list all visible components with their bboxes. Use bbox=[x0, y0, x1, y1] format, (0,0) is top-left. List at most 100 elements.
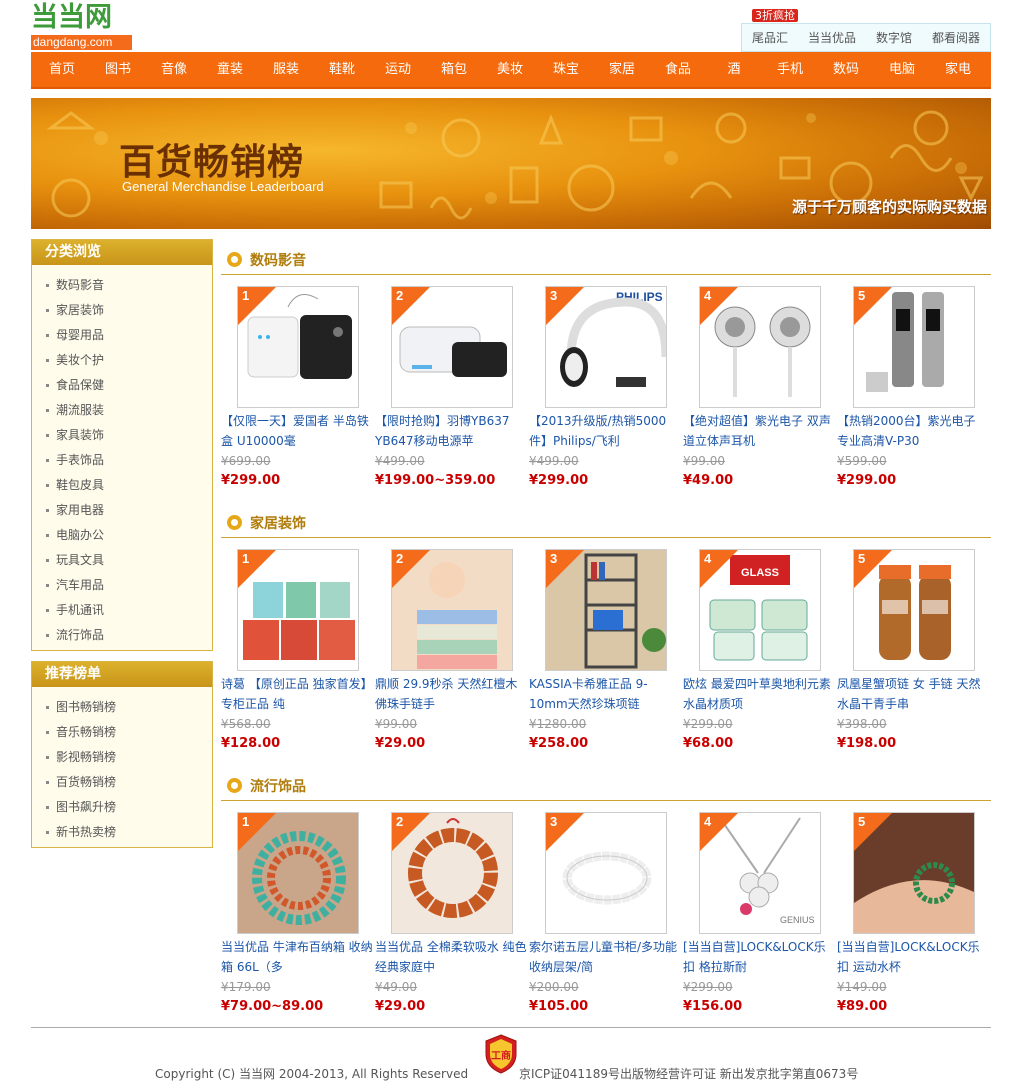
nav-item[interactable]: 运动 bbox=[370, 52, 426, 88]
nav-item[interactable]: 手机 bbox=[762, 52, 818, 88]
product-name-link[interactable]: 【绝对超值】紫光电子 双声道立体声耳机 bbox=[683, 411, 835, 451]
product-name-link[interactable]: 【仅限一天】爱国者 半岛铁盒 U10000毫 bbox=[221, 411, 373, 451]
nav-item[interactable]: 鞋靴 bbox=[314, 52, 370, 88]
section-accessories: 流行饰品 1 当当优品 牛津布百纳箱 收纳箱 66L（多 ¥179.00 ¥79.00~… bbox=[221, 771, 991, 1017]
category-link[interactable]: 鞋包皮具 bbox=[46, 473, 212, 498]
ranking-link[interactable]: 图书飙升榜 bbox=[46, 795, 212, 820]
category-box-title: 分类浏览 bbox=[32, 240, 212, 265]
nav-item[interactable]: 首页 bbox=[34, 52, 90, 88]
ranking-link[interactable]: 新书热卖榜 bbox=[46, 820, 212, 845]
ranking-link[interactable]: 音乐畅销榜 bbox=[46, 720, 212, 745]
category-link[interactable]: 流行饰品 bbox=[46, 623, 212, 648]
category-link[interactable]: 汽车用品 bbox=[46, 573, 212, 598]
sale-price: ¥79.00~89.00 bbox=[221, 999, 324, 1014]
nav-item[interactable]: 酒 bbox=[706, 52, 762, 88]
nav-item[interactable]: 家居 bbox=[594, 52, 650, 88]
category-link[interactable]: 电脑办公 bbox=[46, 523, 212, 548]
product-name-link[interactable]: 凤凰星蟹项链 女 手链 天然水晶干青手串 bbox=[837, 674, 989, 714]
nav-item[interactable]: 食品 bbox=[650, 52, 706, 88]
product-name-link[interactable]: 当当优品 全棉柔软吸水 纯色经典家庭中 bbox=[375, 937, 527, 977]
ranking-link[interactable]: 百货畅销榜 bbox=[46, 770, 212, 795]
top-link-reader[interactable]: 都看阅器 bbox=[932, 29, 980, 46]
section-title: 家居装饰 bbox=[250, 515, 306, 532]
product-name-link[interactable]: 鼎顺 29.9秒杀 天然红檀木佛珠手链手 bbox=[375, 674, 527, 714]
section-home-decor: 家居装饰 1 诗葛 【原创正品 独家首发】专柜正品 纯 ¥568.00 ¥128.00 2… bbox=[221, 508, 991, 754]
product-name-link[interactable]: [当当自营]LOCK&LOCK乐扣 运动水杯 bbox=[837, 937, 989, 977]
section-bullet-icon bbox=[227, 778, 242, 793]
product-image[interactable]: 1 bbox=[237, 812, 359, 934]
nav-item[interactable]: 图书 bbox=[90, 52, 146, 88]
product-card: 3 KASSIA卡希雅正品 9-10mm天然珍珠项链 ¥1280.00 ¥258.00 bbox=[529, 549, 683, 754]
sale-price: ¥198.00 bbox=[837, 736, 897, 751]
original-price: ¥499.00 bbox=[529, 454, 579, 468]
original-price: ¥398.00 bbox=[837, 717, 887, 731]
svg-text:工商: 工商 bbox=[491, 1049, 511, 1062]
rank-badge: 3 bbox=[546, 813, 584, 851]
top-link-digital[interactable]: 数字馆 bbox=[876, 29, 912, 46]
category-link[interactable]: 玩具文具 bbox=[46, 548, 212, 573]
nav-item[interactable]: 珠宝 bbox=[538, 52, 594, 88]
ranking-link[interactable]: 影视畅销榜 bbox=[46, 745, 212, 770]
category-link[interactable]: 家居装饰 bbox=[46, 298, 212, 323]
product-image[interactable]: 3 bbox=[545, 549, 667, 671]
product-image[interactable]: 2 bbox=[391, 549, 513, 671]
banner-title: 百货畅销榜 bbox=[119, 142, 305, 183]
product-name-link[interactable]: KASSIA卡希雅正品 9-10mm天然珍珠项链 bbox=[529, 674, 681, 714]
hot-sale-badge[interactable]: 3折疯抢 bbox=[752, 9, 798, 22]
nav-item[interactable]: 数码 bbox=[818, 52, 874, 88]
product-image[interactable]: 5 bbox=[853, 286, 975, 408]
product-name-link[interactable]: 诗葛 【原创正品 独家首发】专柜正品 纯 bbox=[221, 674, 373, 714]
product-image[interactable]: PHILIPS 3 bbox=[545, 286, 667, 408]
sale-price: ¥128.00 bbox=[221, 736, 281, 751]
product-image[interactable]: 2 bbox=[391, 812, 513, 934]
product-image[interactable]: 5 bbox=[853, 812, 975, 934]
rank-badge: 4 bbox=[700, 813, 738, 851]
rank-badge: 5 bbox=[854, 813, 892, 851]
original-price: ¥149.00 bbox=[837, 980, 887, 994]
product-image[interactable]: 4 bbox=[699, 286, 821, 408]
category-link[interactable]: 家具装饰 bbox=[46, 423, 212, 448]
category-link[interactable]: 手表饰品 bbox=[46, 448, 212, 473]
category-link[interactable]: 数码影音 bbox=[46, 273, 212, 298]
product-image[interactable]: 1 bbox=[237, 549, 359, 671]
top-link-weipinhui[interactable]: 尾品汇 bbox=[752, 29, 788, 46]
sale-price: ¥156.00 bbox=[683, 999, 743, 1014]
nav-item[interactable]: 童装 bbox=[202, 52, 258, 88]
product-name-link[interactable]: 【限时抢购】羽博YB637 YB647移动电源苹 bbox=[375, 411, 527, 451]
product-image[interactable]: GENIUS 4 bbox=[699, 812, 821, 934]
product-image[interactable]: 2 bbox=[391, 286, 513, 408]
product-name-link[interactable]: [当当自营]LOCK&LOCK乐扣 格拉斯耐 bbox=[683, 937, 835, 977]
rank-badge: 5 bbox=[854, 550, 892, 588]
category-link[interactable]: 食品保健 bbox=[46, 373, 212, 398]
nav-item[interactable]: 音像 bbox=[146, 52, 202, 88]
product-list: 1 【仅限一天】爱国者 半岛铁盒 U10000毫 ¥699.00 ¥299.00 2 【限… bbox=[221, 275, 991, 491]
nav-item[interactable]: 服装 bbox=[258, 52, 314, 88]
section-header: 流行饰品 bbox=[221, 771, 991, 801]
product-image[interactable]: 1 bbox=[237, 286, 359, 408]
icp-license-text[interactable]: 京ICP证041189号出版物经营许可证 新出发京批字第直0673号 bbox=[519, 1065, 858, 1082]
category-link[interactable]: 美妆个护 bbox=[46, 348, 212, 373]
ranking-link[interactable]: 图书畅销榜 bbox=[46, 695, 212, 720]
product-image[interactable]: GLASS 4 bbox=[699, 549, 821, 671]
product-image[interactable]: 3 bbox=[545, 812, 667, 934]
category-link[interactable]: 潮流服装 bbox=[46, 398, 212, 423]
nav-item[interactable]: 美妆 bbox=[482, 52, 538, 88]
top-link-youpin[interactable]: 当当优品 bbox=[808, 29, 856, 46]
product-name-link[interactable]: 索尔诺五层儿童书柜/多功能收纳层架/简 bbox=[529, 937, 681, 977]
nav-item[interactable]: 电脑 bbox=[874, 52, 930, 88]
category-link[interactable]: 母婴用品 bbox=[46, 323, 212, 348]
product-name-link[interactable]: 当当优品 牛津布百纳箱 收纳箱 66L（多 bbox=[221, 937, 373, 977]
business-license-seal-icon[interactable]: 工商 bbox=[484, 1034, 518, 1074]
product-card: 4 【绝对超值】紫光电子 双声道立体声耳机 ¥99.00 ¥49.00 bbox=[683, 286, 837, 491]
product-card: 2 【限时抢购】羽博YB637 YB647移动电源苹 ¥499.00 ¥199.00~… bbox=[375, 286, 529, 491]
nav-item[interactable]: 箱包 bbox=[426, 52, 482, 88]
category-link[interactable]: 家用电器 bbox=[46, 498, 212, 523]
product-name-link[interactable]: 欧炫 最爱四叶草奥地利元素水晶材质项 bbox=[683, 674, 835, 714]
category-link[interactable]: 手机通讯 bbox=[46, 598, 212, 623]
product-name-link[interactable]: 【热销2000台】紫光电子 专业高清V-P30 bbox=[837, 411, 989, 451]
dangdang-logo[interactable]: 当当网 dangdang.com bbox=[31, 3, 133, 51]
nav-item[interactable]: 家电 bbox=[930, 52, 986, 88]
product-image[interactable]: 5 bbox=[853, 549, 975, 671]
logo-text-cn: 当当网 bbox=[31, 2, 112, 33]
product-name-link[interactable]: 【2013升级版/热销5000件】Philips/飞利 bbox=[529, 411, 681, 451]
